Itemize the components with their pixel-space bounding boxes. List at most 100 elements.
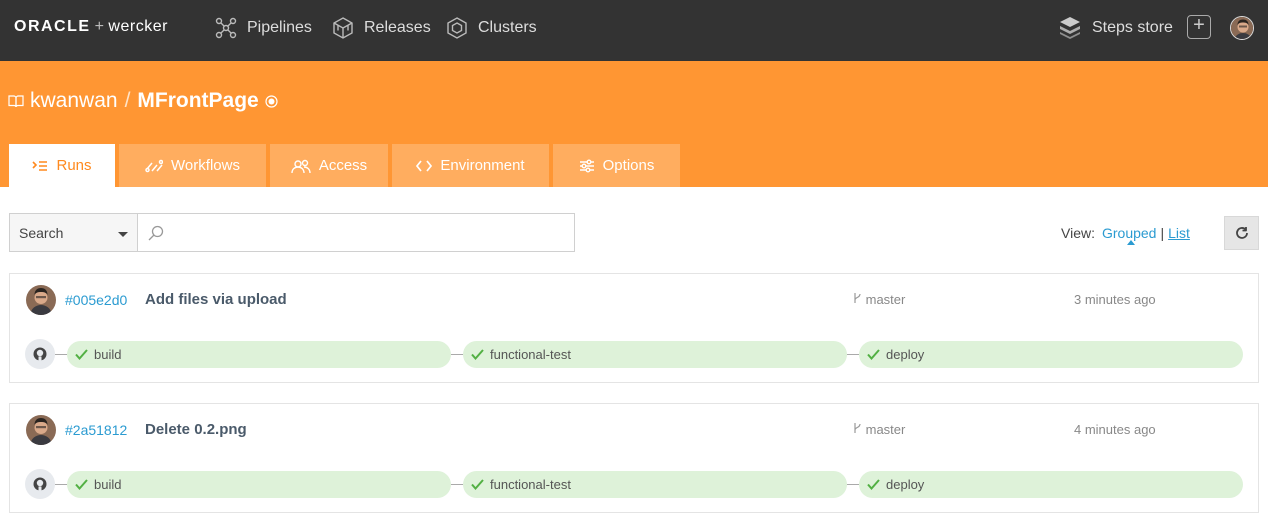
github-icon — [33, 477, 47, 491]
refresh-button[interactable] — [1224, 216, 1259, 250]
run-card[interactable]: #005e2d0 Add files via upload master 3 m… — [9, 273, 1259, 383]
book-icon — [8, 95, 24, 108]
breadcrumb-separator: / — [124, 89, 131, 112]
github-source[interactable] — [25, 469, 55, 499]
tab-environment[interactable]: Environment — [392, 144, 549, 187]
tab-environment-label: Environment — [440, 157, 525, 174]
runs-icon — [32, 160, 48, 171]
releases-icon — [333, 17, 353, 39]
check-icon — [867, 349, 880, 360]
tab-workflows-label: Workflows — [171, 157, 240, 174]
pipeline-step-label: functional-test — [490, 477, 571, 492]
pipeline-connector — [55, 354, 67, 355]
tab-access[interactable]: Access — [270, 144, 388, 187]
steps-store-icon — [1060, 17, 1080, 39]
steps-store-link[interactable]: Steps store — [1058, 14, 1173, 42]
breadcrumb-owner[interactable]: kwanwan — [30, 89, 118, 113]
avatar-image — [26, 415, 56, 445]
pipeline-connector — [847, 484, 859, 485]
run-branch-label: master — [865, 292, 906, 307]
branch-icon — [854, 423, 861, 433]
clusters-icon — [447, 17, 467, 39]
author-avatar — [26, 285, 56, 315]
view-grouped-label: Grouped — [1101, 225, 1157, 241]
project-header: kwanwan / MFrontPage Runs Workflows Acce… — [0, 61, 1268, 187]
brand-oracle: ORACLE — [14, 18, 91, 35]
tab-access-label: Access — [318, 157, 368, 174]
pipeline-step-label: build — [94, 477, 122, 492]
run-branch: master — [853, 422, 905, 437]
view-grouped-link[interactable]: Grouped — [1101, 225, 1157, 245]
pipeline-step-functional-test[interactable]: functional-test — [463, 471, 847, 498]
caret-down-icon — [118, 232, 128, 237]
brand-plus: + — [94, 18, 105, 35]
view-label: View: — [1061, 225, 1095, 241]
run-timestamp: 4 minutes ago — [1074, 422, 1156, 437]
breadcrumb-project[interactable]: MFrontPage — [137, 89, 258, 113]
pipeline-step-deploy[interactable]: deploy — [859, 471, 1243, 498]
search-input[interactable] — [170, 216, 570, 249]
github-icon — [33, 347, 47, 361]
access-icon — [291, 159, 311, 173]
nav-releases[interactable]: Releases — [332, 14, 431, 42]
pipeline-step-label: functional-test — [490, 347, 571, 362]
run-card[interactable]: #2a51812 Delete 0.2.png master 4 minutes… — [9, 403, 1259, 513]
pipeline-connector — [55, 484, 67, 485]
tab-runs[interactable]: Runs — [9, 144, 115, 187]
pipeline-step-label: deploy — [886, 347, 925, 362]
tab-options-label: Options — [602, 157, 655, 174]
search-type-value: Search — [19, 225, 64, 241]
pipeline-step-label: build — [94, 347, 122, 362]
project-tabs: Runs Workflows Access Environment Option… — [9, 144, 684, 187]
check-icon — [867, 479, 880, 490]
refresh-icon — [1236, 227, 1248, 239]
run-commit-hash[interactable]: #005e2d0 — [65, 292, 127, 308]
view-separator: | — [1160, 225, 1165, 241]
pipelines-icon — [215, 17, 237, 39]
check-icon — [75, 479, 88, 490]
run-timestamp: 3 minutes ago — [1074, 292, 1156, 307]
sliders-icon — [579, 159, 594, 172]
view-switcher: View: Grouped | List — [1061, 225, 1190, 245]
tab-workflows[interactable]: Workflows — [119, 144, 266, 187]
view-list-link[interactable]: List — [1168, 225, 1190, 241]
workflows-icon — [145, 159, 164, 172]
steps-store-label: Steps store — [1092, 19, 1173, 36]
search-box — [137, 213, 575, 252]
oracle-wercker-logo[interactable]: ORACLE + wercker — [14, 18, 168, 36]
run-commit-message[interactable]: Add files via upload — [145, 291, 287, 308]
run-commit-hash[interactable]: #2a51812 — [65, 422, 127, 438]
pipeline-step-label: deploy — [886, 477, 925, 492]
branch-icon — [854, 293, 861, 303]
pipeline-step-functional-test[interactable]: functional-test — [463, 341, 847, 368]
pipeline-step-build[interactable]: build — [67, 471, 451, 498]
nav-clusters[interactable]: Clusters — [446, 14, 537, 42]
pipeline-step-deploy[interactable]: deploy — [859, 341, 1243, 368]
run-branch: master — [853, 292, 905, 307]
pipeline-connector — [451, 484, 463, 485]
user-avatar[interactable] — [1230, 16, 1254, 40]
nav-pipelines-label: Pipelines — [247, 19, 312, 36]
active-indicator-icon — [1126, 240, 1135, 245]
run-branch-label: master — [865, 422, 906, 437]
avatar-image — [1231, 17, 1253, 39]
nav-releases-label: Releases — [364, 19, 431, 36]
pipeline-step-build[interactable]: build — [67, 341, 451, 368]
author-avatar — [26, 415, 56, 445]
create-new-button[interactable]: + — [1187, 15, 1211, 39]
check-icon — [471, 349, 484, 360]
search-type-select[interactable]: Search — [9, 213, 138, 252]
tab-runs-label: Runs — [56, 157, 92, 174]
run-commit-message[interactable]: Delete 0.2.png — [145, 421, 247, 438]
nav-pipelines[interactable]: Pipelines — [215, 14, 312, 42]
breadcrumb: kwanwan / MFrontPage — [8, 89, 278, 113]
tab-options[interactable]: Options — [553, 144, 680, 187]
brand-wercker: wercker — [108, 18, 168, 35]
avatar-image — [26, 285, 56, 315]
check-icon — [75, 349, 88, 360]
check-icon — [471, 479, 484, 490]
github-source[interactable] — [25, 339, 55, 369]
nav-clusters-label: Clusters — [478, 19, 537, 36]
top-navigation-bar: ORACLE + wercker Pipelines Releases Cluste… — [0, 0, 1268, 61]
pipeline-connector — [451, 354, 463, 355]
